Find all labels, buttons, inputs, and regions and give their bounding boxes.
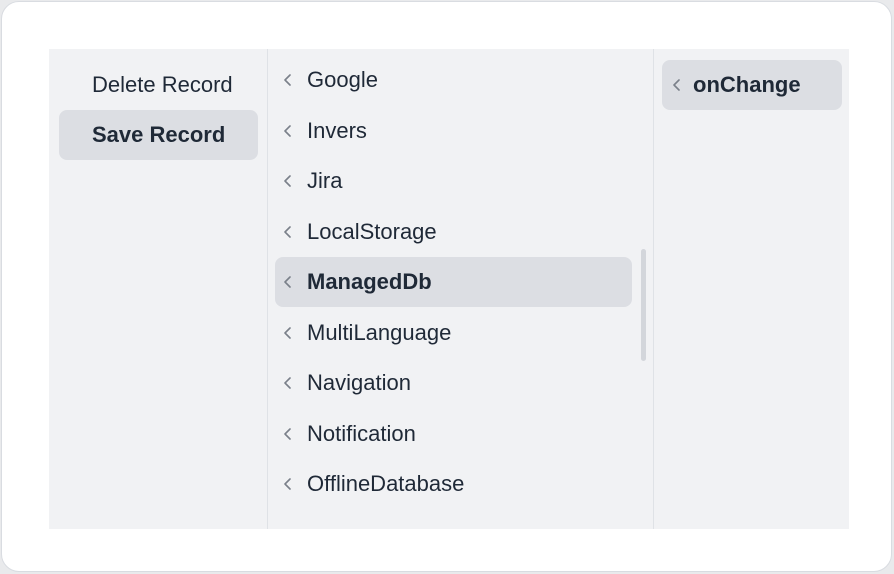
menu-item-localstorage[interactable]: LocalStorage	[275, 207, 632, 257]
menu-item-save-record[interactable]: Save Record	[59, 110, 258, 160]
menu-item-label: Google	[307, 67, 378, 92]
menu-item-multilanguage[interactable]: MultiLanguage	[275, 308, 632, 358]
menu-item-label: MultiLanguage	[307, 320, 452, 345]
chevron-left-icon	[281, 55, 295, 105]
menu-item-label: Invers	[307, 118, 367, 143]
menu-item-offlinedatabase[interactable]: OfflineDatabase	[275, 459, 632, 509]
menu-item-label: OfflineDatabase	[307, 471, 465, 496]
menu-item-google[interactable]: Google	[275, 55, 632, 105]
menu-item-label: Navigation	[307, 370, 411, 395]
events-column: onChange	[653, 49, 849, 529]
chevron-left-icon	[281, 308, 295, 358]
menu-item-jira[interactable]: Jira	[275, 156, 632, 206]
menu-item-label: Jira	[307, 168, 343, 193]
menu-item-label: onChange	[693, 72, 801, 97]
menu-item-notification[interactable]: Notification	[275, 409, 632, 459]
modules-scrollbar[interactable]	[641, 249, 646, 361]
chevron-left-icon	[281, 409, 295, 459]
chevron-left-icon	[281, 358, 295, 408]
modules-column: Google Invers Jira LocalStorage ManagedD…	[267, 49, 652, 529]
chevron-left-icon	[281, 156, 295, 206]
actions-column: Delete Record Save Record	[49, 49, 266, 529]
chevron-left-icon	[281, 257, 295, 307]
menu-item-label: ManagedDb	[307, 269, 432, 294]
menu-item-label: Delete Record	[92, 72, 233, 97]
chevron-left-icon	[281, 106, 295, 156]
menu-item-navigation[interactable]: Navigation	[275, 358, 632, 408]
chevron-left-icon	[281, 459, 295, 509]
chevron-left-icon	[281, 207, 295, 257]
menu-item-manageddb[interactable]: ManagedDb	[275, 257, 632, 307]
menu-item-label: Save Record	[92, 122, 226, 147]
menu-item-delete-record[interactable]: Delete Record	[59, 60, 258, 110]
menu-item-onchange[interactable]: onChange	[662, 60, 842, 110]
card: Delete Record Save Record Google Invers …	[1, 1, 892, 572]
menu-item-label: Notification	[307, 421, 416, 446]
chevron-left-icon	[670, 60, 684, 110]
menu-item-invers[interactable]: Invers	[275, 106, 632, 156]
menu-item-label: LocalStorage	[307, 219, 437, 244]
cascade-menu: Delete Record Save Record Google Invers …	[49, 49, 849, 529]
